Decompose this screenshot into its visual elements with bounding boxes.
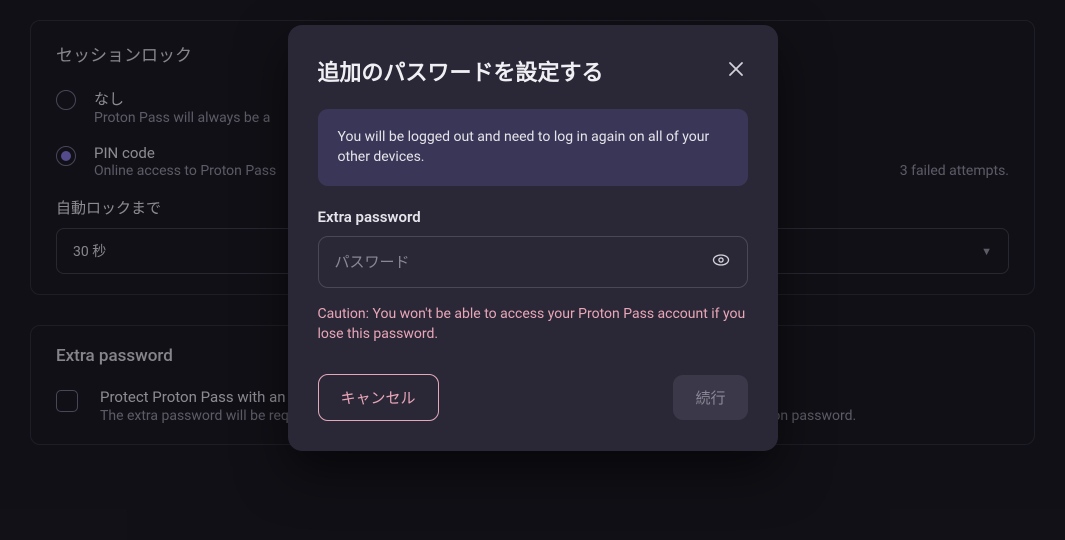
extra-password-modal: 追加のパスワードを設定する You will be logged out and… <box>288 25 778 451</box>
cancel-button[interactable]: キャンセル <box>318 374 439 421</box>
eye-icon[interactable] <box>711 250 731 274</box>
password-placeholder: パスワード <box>335 251 410 272</box>
caution-text: Caution: You won't be able to access you… <box>318 304 748 345</box>
extra-password-field-label: Extra password <box>318 208 748 226</box>
modal-title: 追加のパスワードを設定する <box>318 55 604 87</box>
continue-button[interactable]: 続行 <box>673 375 747 420</box>
extra-password-input[interactable]: パスワード <box>318 236 748 288</box>
close-icon[interactable] <box>724 57 748 85</box>
info-banner: You will be logged out and need to log i… <box>318 109 748 186</box>
